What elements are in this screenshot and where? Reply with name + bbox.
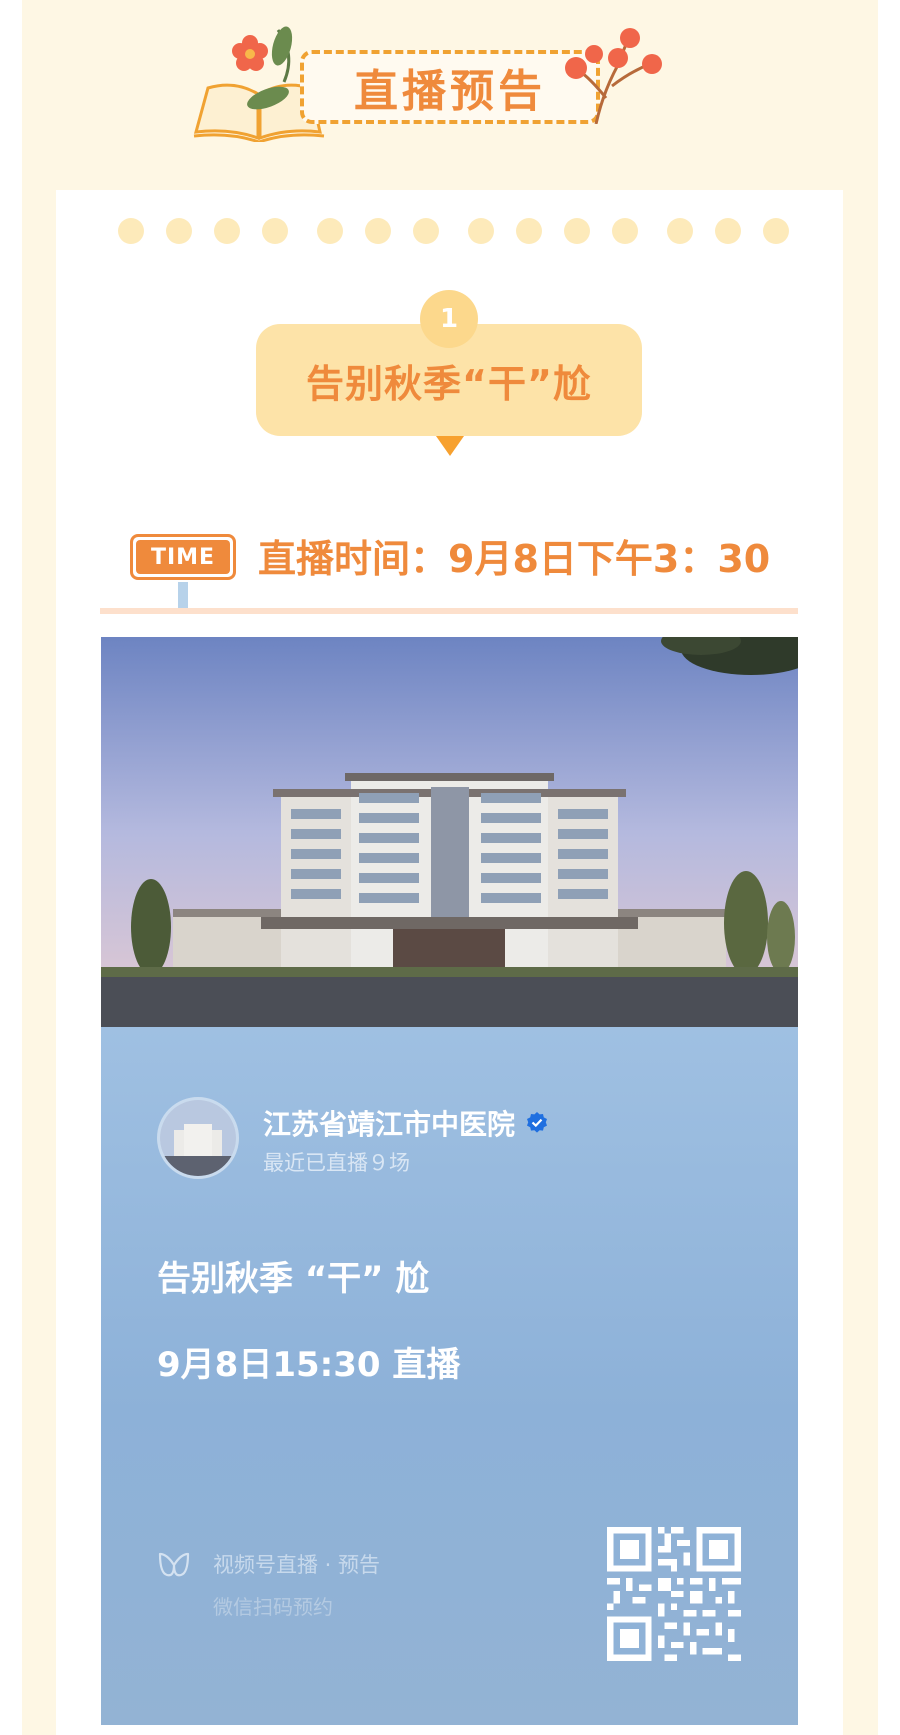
dot [667,218,693,244]
account-name-row: 江苏省靖江市中医院 [263,1103,549,1143]
live-title: 告别秋季 “干” 尬 [157,1259,430,1299]
dot [262,218,288,244]
dot [317,218,343,244]
dot [413,218,439,244]
time-badge: TIME [130,534,236,580]
pill-arrow [436,436,464,456]
dot [715,218,741,244]
section-number-badge: 1 [420,290,478,348]
live-count: 最近已直播９场 [263,1151,410,1175]
dot [166,218,192,244]
channels-icon [158,1552,190,1577]
header-title: 直播预告 [354,66,546,117]
dot [118,218,144,244]
qr-code[interactable] [607,1527,741,1661]
poster-info-panel: 江苏省靖江市中医院 最近已直播９场 告别秋季 “干” 尬 9月8日15:30 直… [101,1027,798,1725]
account-name: 江苏省靖江市中医院 [263,1108,516,1141]
dot [365,218,391,244]
avatar [157,1097,239,1179]
dot [214,218,240,244]
avatar-building-image [160,1100,236,1176]
time-underline [100,608,798,614]
decorative-dots [118,218,789,244]
scan-hint: 微信扫码预约 [213,1595,333,1619]
header-banner: 直播预告 [190,24,670,142]
content-card: 1 告别秋季“干”尬 TIME 直播时间：9月8日下午3：30 江苏省靖江市中医… [56,190,843,1735]
channel-label: 视频号直播 · 预告 [213,1553,381,1577]
header-title-frame: 直播预告 [300,50,600,124]
verified-icon [527,1112,548,1133]
dot [763,218,789,244]
hospital-building-image [101,637,798,1027]
dot [516,218,542,244]
time-badge-label: TIME [136,540,230,574]
time-badge-tick [178,582,188,608]
live-time: 9月8日15:30 直播 [157,1345,461,1385]
section-title: 告别秋季“干”尬 [306,361,592,406]
dot [564,218,590,244]
flower-icon [565,28,662,124]
broadcast-time: 直播时间：9月8日下午3：30 [258,537,771,581]
dot [612,218,638,244]
live-preview-poster[interactable]: 江苏省靖江市中医院 最近已直播９场 告别秋季 “干” 尬 9月8日15:30 直… [101,637,798,1725]
dot [468,218,494,244]
